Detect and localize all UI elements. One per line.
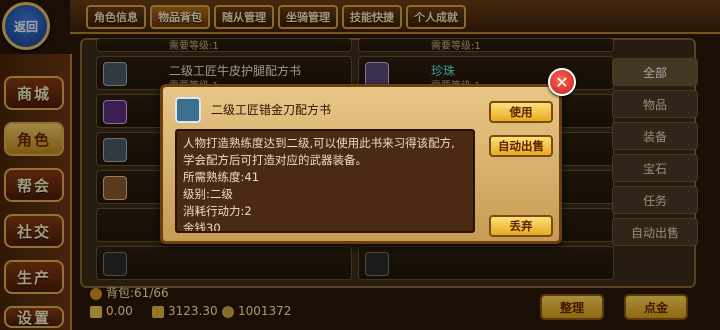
description-line: 所需熟练度:41 — [183, 170, 260, 184]
close-icon[interactable]: ✕ — [548, 68, 576, 96]
dialog-title: 二级工匠错金刀配方书 — [211, 103, 332, 117]
use-button[interactable]: 使用 — [489, 101, 553, 123]
description-line: 消耗行动力:2 — [183, 204, 252, 218]
description-line: 金钱30 — [183, 221, 221, 233]
discard-button[interactable]: 丢弃 — [489, 215, 553, 237]
dialog-description: 人物打造熟练度达到二级,可以使用此书来习得该配方, 学会配方后可打造对应的武器装… — [175, 129, 475, 233]
recipe-book-icon — [175, 97, 201, 123]
auto-sell-button[interactable]: 自动出售 — [489, 135, 553, 157]
description-line: 学会配方后可打造对应的武器装备。 — [183, 153, 367, 167]
description-line: 人物打造熟练度达到二级,可以使用此书来习得该配方, — [183, 136, 455, 150]
description-line: 级别:二级 — [183, 187, 233, 201]
item-detail-dialog: 二级工匠错金刀配方书 人物打造熟练度达到二级,可以使用此书来习得该配方, 学会配… — [160, 84, 562, 244]
